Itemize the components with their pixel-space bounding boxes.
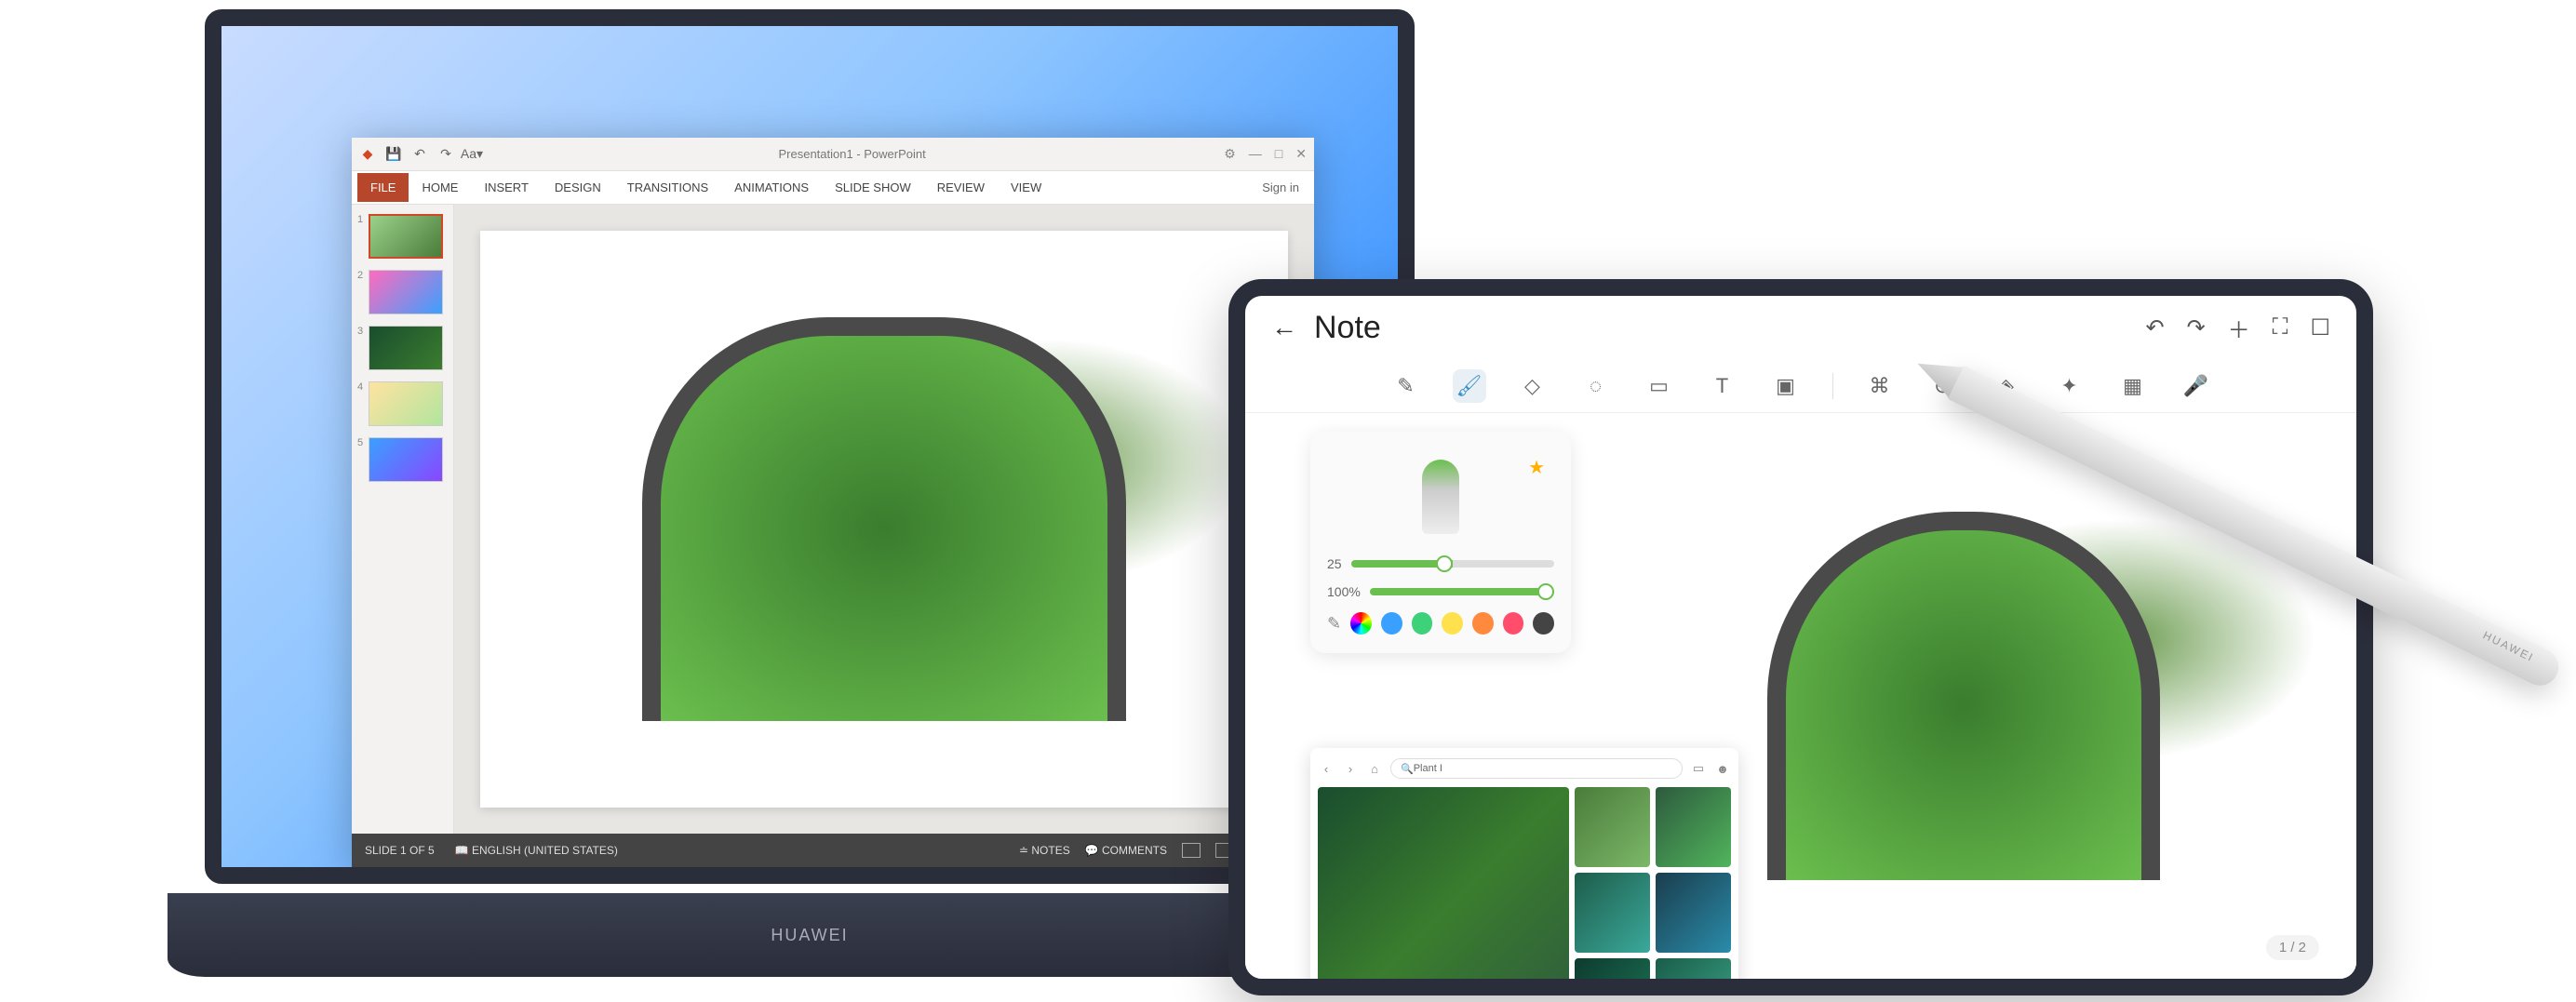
slide-illustration bbox=[480, 231, 1288, 808]
window-controls: ⚙ — □ ✕ bbox=[1224, 146, 1307, 162]
image-result-thumb[interactable] bbox=[1575, 787, 1650, 867]
normal-view-icon[interactable] bbox=[1182, 843, 1201, 858]
image-result-thumb[interactable] bbox=[1656, 787, 1731, 867]
image-result-thumb[interactable] bbox=[1575, 958, 1650, 995]
browser-forward-icon[interactable]: › bbox=[1342, 760, 1359, 777]
lasso-tool-icon[interactable]: ◌ bbox=[1579, 369, 1613, 403]
image-result-thumb[interactable] bbox=[1575, 873, 1650, 953]
expand-icon[interactable]: ⛶ bbox=[2273, 314, 2288, 341]
note-toolbar: ✎ 🖌 ◇ ◌ ▭ T ▣ ⌘ ⊕ ◈ ✦ ▦ 🎤 bbox=[1245, 359, 2356, 413]
laptop-brand-label: HUAWEI bbox=[771, 926, 848, 945]
brush-tool-icon[interactable]: 🖌 bbox=[1453, 369, 1486, 403]
current-slide[interactable] bbox=[480, 231, 1288, 808]
slide-thumb-4[interactable]: 4 bbox=[357, 381, 448, 426]
slide-thumb-1[interactable]: 1 bbox=[357, 214, 448, 259]
brush-preview bbox=[1327, 450, 1554, 543]
color-swatch-black[interactable] bbox=[1533, 612, 1554, 635]
grid-tool-icon[interactable]: ▦ bbox=[2116, 369, 2150, 403]
text-tool-icon[interactable]: T bbox=[1706, 369, 1739, 403]
browser-tabs-icon[interactable]: ▭ bbox=[1690, 760, 1707, 777]
slide-thumbnail-panel[interactable]: 1 2 3 4 5 bbox=[352, 205, 454, 834]
tab-design[interactable]: DESIGN bbox=[542, 173, 614, 202]
note-header: ← Note ↶ ↷ ＋ ⛶ ☐ bbox=[1245, 296, 2356, 359]
note-title: Note bbox=[1314, 310, 1381, 346]
maximize-button[interactable]: □ bbox=[1275, 146, 1282, 162]
brush-size-slider[interactable]: 25 bbox=[1327, 556, 1554, 571]
pen-tool-icon[interactable]: ✎ bbox=[1389, 369, 1423, 403]
browser-home-icon[interactable]: ⌂ bbox=[1366, 760, 1383, 777]
color-swatch-blue[interactable] bbox=[1381, 612, 1402, 635]
window-title: Presentation1 - PowerPoint bbox=[480, 147, 1224, 161]
brush-opacity-slider[interactable]: 100% bbox=[1327, 584, 1554, 599]
mic-tool-icon[interactable]: 🎤 bbox=[2180, 369, 2213, 403]
powerpoint-window: ◆ 💾 ↶ ↷ Aa▾ Presentation1 - PowerPoint ⚙… bbox=[352, 138, 1314, 867]
color-swatch-red[interactable] bbox=[1503, 612, 1524, 635]
slide-thumb-3[interactable]: 3 bbox=[357, 326, 448, 370]
tab-insert[interactable]: INSERT bbox=[471, 173, 541, 202]
eraser-tool-icon[interactable]: ◇ bbox=[1516, 369, 1550, 403]
image-result-thumb[interactable] bbox=[1656, 958, 1731, 995]
add-icon[interactable]: ＋ bbox=[2228, 312, 2250, 344]
tablet-device: ← Note ↶ ↷ ＋ ⛶ ☐ ✎ 🖌 ◇ ◌ ▭ T ▣ ⌘ ⊕ ◈ ✦ ▦… bbox=[1228, 279, 2373, 995]
tab-review[interactable]: REVIEW bbox=[924, 173, 998, 202]
toolbar-separator bbox=[1832, 373, 1833, 399]
image-tool-icon[interactable]: ▣ bbox=[1769, 369, 1803, 403]
ribbon-options-icon[interactable]: ⚙ bbox=[1224, 146, 1236, 162]
color-picker-icon[interactable] bbox=[1350, 612, 1372, 635]
image-result-thumb[interactable] bbox=[1656, 873, 1731, 953]
image-results-grid bbox=[1318, 787, 1731, 995]
comments-toggle[interactable]: 💬 COMMENTS bbox=[1085, 844, 1167, 857]
tab-slideshow[interactable]: SLIDE SHOW bbox=[822, 173, 924, 202]
tab-home[interactable]: HOME bbox=[409, 173, 471, 202]
tab-transitions[interactable]: TRANSITIONS bbox=[614, 173, 721, 202]
browser-back-icon[interactable]: ‹ bbox=[1318, 760, 1335, 777]
sign-in-link[interactable]: Sign in bbox=[1262, 180, 1308, 194]
brush-settings-panel: 25 100% ✎ bbox=[1310, 432, 1571, 653]
eyedropper-icon[interactable]: ✎ bbox=[1327, 614, 1341, 634]
quick-access-toolbar: ◆ 💾 ↶ ↷ Aa▾ bbox=[359, 146, 480, 163]
reference-browser-panel: ‹ › ⌂ 🔍 Plant I ▭ ☻ bbox=[1310, 748, 1738, 995]
more-icon[interactable]: ☐ bbox=[2310, 314, 2330, 341]
tab-view[interactable]: VIEW bbox=[998, 173, 1054, 202]
page-indicator: 1 / 2 bbox=[2266, 935, 2319, 960]
brush-size-label: 25 bbox=[1327, 556, 1342, 571]
save-icon[interactable]: 💾 bbox=[385, 146, 402, 163]
minimize-button[interactable]: — bbox=[1249, 146, 1262, 162]
tab-animations[interactable]: ANIMATIONS bbox=[721, 173, 822, 202]
close-button[interactable]: ✕ bbox=[1295, 146, 1307, 162]
slide-thumb-2[interactable]: 2 bbox=[357, 270, 448, 314]
shape-tool-icon[interactable]: ▭ bbox=[1643, 369, 1676, 403]
browser-profile-icon[interactable]: ☻ bbox=[1714, 760, 1731, 777]
image-result-main[interactable] bbox=[1318, 787, 1569, 995]
tab-file[interactable]: FILE bbox=[357, 173, 409, 202]
brush-opacity-label: 100% bbox=[1327, 584, 1361, 599]
pp-body: 1 2 3 4 5 bbox=[352, 205, 1314, 834]
color-palette: ✎ bbox=[1327, 612, 1554, 635]
slide-thumb-5[interactable]: 5 bbox=[357, 437, 448, 482]
status-language[interactable]: 📖 ENGLISH (UNITED STATES) bbox=[455, 844, 618, 857]
browser-bar: ‹ › ⌂ 🔍 Plant I ▭ ☻ bbox=[1318, 755, 1731, 782]
color-swatch-green[interactable] bbox=[1412, 612, 1433, 635]
color-swatch-orange[interactable] bbox=[1472, 612, 1494, 635]
redo-icon[interactable]: ↷ bbox=[437, 146, 454, 163]
slide-canvas-area[interactable] bbox=[454, 205, 1314, 834]
note-header-actions: ↶ ↷ ＋ ⛶ ☐ bbox=[2145, 312, 2330, 344]
link-tool-icon[interactable]: ⌘ bbox=[1863, 369, 1897, 403]
notes-toggle[interactable]: ≐ NOTES bbox=[1019, 844, 1070, 857]
color-swatch-yellow[interactable] bbox=[1442, 612, 1463, 635]
fx-tool-icon[interactable]: ✦ bbox=[2053, 369, 2086, 403]
pp-statusbar: SLIDE 1 OF 5 📖 ENGLISH (UNITED STATES) ≐… bbox=[352, 834, 1314, 867]
touch-mode-icon[interactable]: Aa▾ bbox=[463, 146, 480, 163]
powerpoint-icon: ◆ bbox=[359, 146, 376, 163]
back-icon[interactable]: ← bbox=[1271, 313, 1297, 342]
undo-icon[interactable]: ↶ bbox=[411, 146, 428, 163]
browser-search-input[interactable]: 🔍 Plant I bbox=[1390, 758, 1683, 779]
undo-icon[interactable]: ↶ bbox=[2145, 314, 2164, 341]
pp-titlebar: ◆ 💾 ↶ ↷ Aa▾ Presentation1 - PowerPoint ⚙… bbox=[352, 138, 1314, 171]
status-slide-count: SLIDE 1 OF 5 bbox=[365, 844, 435, 857]
pp-menubar: FILE HOME INSERT DESIGN TRANSITIONS ANIM… bbox=[352, 171, 1314, 205]
stylus-brand-label: HUAWEI bbox=[2481, 629, 2537, 665]
redo-icon[interactable]: ↷ bbox=[2187, 314, 2206, 341]
